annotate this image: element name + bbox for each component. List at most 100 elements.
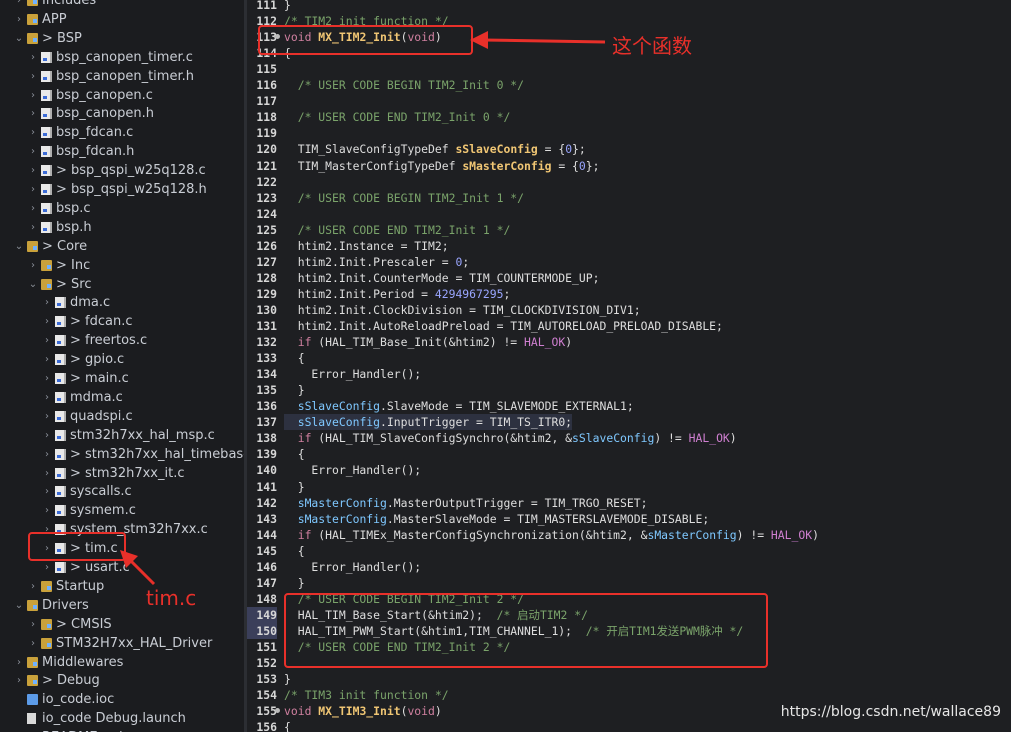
chevron-right-icon[interactable]: › <box>14 10 24 29</box>
chevron-right-icon[interactable]: › <box>42 501 52 520</box>
tree-item[interactable]: › > Debug <box>0 671 244 690</box>
code-line[interactable]: 147 } <box>247 575 1011 591</box>
tree-item[interactable]: › > CMSIS <box>0 615 244 634</box>
code-line[interactable]: 125 /* USER CODE END TIM2_Init 1 */ <box>247 222 1011 238</box>
code-line[interactable]: 130 htim2.Init.ClockDivision = TIM_CLOCK… <box>247 302 1011 318</box>
tree-item[interactable]: › bsp_canopen_timer.c <box>0 48 244 67</box>
tree-item[interactable]: › > fdcan.c <box>0 312 244 331</box>
chevron-right-icon[interactable]: › <box>42 312 52 331</box>
code-line[interactable]: 129 htim2.Init.Period = 4294967295; <box>247 286 1011 302</box>
tree-item[interactable]: › bsp_fdcan.h <box>0 142 244 161</box>
code-line[interactable]: 133 { <box>247 350 1011 366</box>
code-line[interactable]: 127 htim2.Init.Prescaler = 0; <box>247 254 1011 270</box>
tree-item[interactable]: › bsp.h <box>0 218 244 237</box>
tree-item[interactable]: › sysmem.c <box>0 501 244 520</box>
tree-item[interactable]: › > main.c <box>0 369 244 388</box>
code-line[interactable]: 136 sSlaveConfig.SlaveMode = TIM_SLAVEMO… <box>247 398 1011 414</box>
chevron-right-icon[interactable]: › <box>28 104 38 123</box>
tree-item[interactable]: › STM32H7xx_HAL_Driver <box>0 634 244 653</box>
tree-item[interactable]: › bsp_canopen.c <box>0 86 244 105</box>
chevron-down-icon[interactable]: ⌄ <box>14 29 24 48</box>
tree-item[interactable]: › > bsp_qspi_w25q128.c <box>0 161 244 180</box>
tree-item[interactable]: › Middlewares <box>0 653 244 672</box>
tree-item[interactable]: › APP <box>0 10 244 29</box>
code-line[interactable]: 124 <box>247 206 1011 222</box>
chevron-right-icon[interactable]: › <box>28 67 38 86</box>
chevron-down-icon[interactable]: ⌄ <box>14 237 24 256</box>
tree-item[interactable]: › syscalls.c <box>0 482 244 501</box>
tree-item[interactable]: › > stm32h7xx_hal_timebase_ti <box>0 445 244 464</box>
tree-item[interactable]: io_code Debug.launch <box>0 709 244 728</box>
tree-item[interactable]: › Includes <box>0 0 244 10</box>
code-line[interactable]: 116 /* USER CODE BEGIN TIM2_Init 0 */ <box>247 77 1011 93</box>
code-line[interactable]: 111} <box>247 0 1011 13</box>
tree-item[interactable]: ⌄ > BSP <box>0 29 244 48</box>
chevron-right-icon[interactable]: › <box>28 86 38 105</box>
code-line[interactable]: 139 { <box>247 446 1011 462</box>
chevron-right-icon[interactable]: › <box>28 48 38 67</box>
tree-item[interactable]: › dma.c <box>0 293 244 312</box>
code-line[interactable]: 117 <box>247 93 1011 109</box>
chevron-right-icon[interactable]: › <box>28 615 38 634</box>
code-line[interactable]: 143 sMasterConfig.MasterSlaveMode = TIM_… <box>247 511 1011 527</box>
code-line[interactable]: 140 Error_Handler(); <box>247 462 1011 478</box>
chevron-right-icon[interactable]: › <box>28 199 38 218</box>
code-line[interactable]: 115 <box>247 61 1011 77</box>
code-line[interactable]: 120 TIM_SlaveConfigTypeDef sSlaveConfig … <box>247 141 1011 157</box>
tree-item[interactable]: › > freertos.c <box>0 331 244 350</box>
chevron-right-icon[interactable]: › <box>42 426 52 445</box>
code-line[interactable]: 119 <box>247 125 1011 141</box>
tree-item[interactable]: › stm32h7xx_hal_msp.c <box>0 426 244 445</box>
code-line[interactable]: 123 /* USER CODE BEGIN TIM2_Init 1 */ <box>247 190 1011 206</box>
chevron-right-icon[interactable]: › <box>42 482 52 501</box>
tree-item[interactable]: › > bsp_qspi_w25q128.h <box>0 180 244 199</box>
tree-item[interactable]: › bsp_fdcan.c <box>0 123 244 142</box>
code-line[interactable]: 134 Error_Handler(); <box>247 366 1011 382</box>
code-line[interactable]: 126 htim2.Instance = TIM2; <box>247 238 1011 254</box>
tree-item[interactable]: ⌄ > Src <box>0 275 244 294</box>
code-line[interactable]: 153} <box>247 671 1011 687</box>
tree-item[interactable]: › bsp_canopen_timer.h <box>0 67 244 86</box>
code-line[interactable]: 137 sSlaveConfig.InputTrigger = TIM_TS_I… <box>247 414 1011 431</box>
code-line[interactable]: 154 /* TIM3 init function */ <box>247 687 1011 703</box>
tree-item[interactable]: › bsp.c <box>0 199 244 218</box>
tree-item[interactable]: › bsp_canopen.h <box>0 104 244 123</box>
chevron-down-icon[interactable]: ⌄ <box>14 596 24 615</box>
code-line[interactable]: 132 if (HAL_TIM_Base_Init(&htim2) != HAL… <box>247 334 1011 350</box>
chevron-down-icon[interactable]: ⌄ <box>28 275 38 294</box>
chevron-right-icon[interactable]: › <box>28 218 38 237</box>
chevron-right-icon[interactable]: › <box>42 407 52 426</box>
chevron-right-icon[interactable]: › <box>42 445 52 464</box>
code-line[interactable]: 145 { <box>247 543 1011 559</box>
code-line[interactable]: 142 sMasterConfig.MasterOutputTrigger = … <box>247 495 1011 511</box>
tree-item[interactable]: io_code.ioc <box>0 690 244 709</box>
tree-item[interactable]: › mdma.c <box>0 388 244 407</box>
fold-marker-icon[interactable] <box>275 708 280 714</box>
chevron-right-icon[interactable]: › <box>14 653 24 672</box>
tree-item[interactable]: ⌄ Drivers <box>0 596 244 615</box>
code-line[interactable]: 121 TIM_MasterConfigTypeDef sMasterConfi… <box>247 158 1011 174</box>
chevron-right-icon[interactable]: › <box>28 256 38 275</box>
code-line[interactable]: 118 /* USER CODE END TIM2_Init 0 */ <box>247 109 1011 125</box>
tree-item[interactable]: › > stm32h7xx_it.c <box>0 464 244 483</box>
tree-item[interactable]: › quadspi.c <box>0 407 244 426</box>
chevron-right-icon[interactable]: › <box>42 293 52 312</box>
tree-item[interactable]: › > Inc <box>0 256 244 275</box>
tree-item[interactable]: › > gpio.c <box>0 350 244 369</box>
chevron-right-icon[interactable]: › <box>28 123 38 142</box>
chevron-right-icon[interactable]: › <box>14 671 24 690</box>
code-line[interactable]: 146 Error_Handler(); <box>247 559 1011 575</box>
chevron-right-icon[interactable]: › <box>42 388 52 407</box>
code-line[interactable]: 135 } <box>247 382 1011 398</box>
code-line[interactable]: 144 if (HAL_TIMEx_MasterConfigSynchroniz… <box>247 527 1011 543</box>
chevron-right-icon[interactable]: › <box>42 350 52 369</box>
code-line[interactable]: 131 htim2.Init.AutoReloadPreload = TIM_A… <box>247 318 1011 334</box>
code-line[interactable]: 122 <box>247 174 1011 190</box>
chevron-right-icon[interactable]: › <box>28 161 38 180</box>
chevron-right-icon[interactable]: › <box>42 369 52 388</box>
code-line[interactable]: 156 { <box>247 719 1011 732</box>
chevron-right-icon[interactable]: › <box>28 142 38 161</box>
tree-item[interactable]: README.md <box>0 728 244 732</box>
tree-item[interactable]: ⌄ > Core <box>0 237 244 256</box>
chevron-right-icon[interactable]: › <box>28 634 38 653</box>
